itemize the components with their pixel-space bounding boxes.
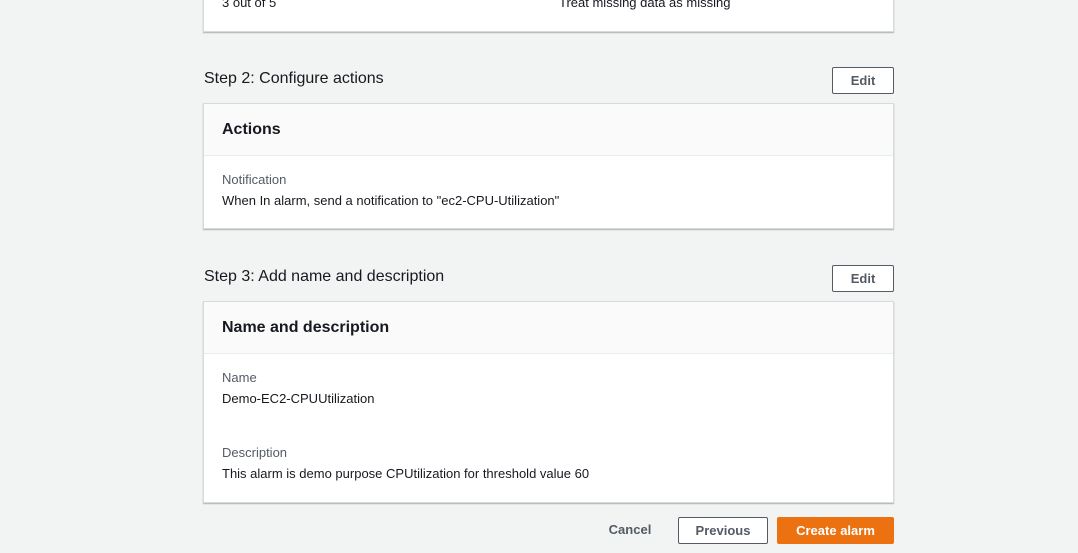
datapoints-to-alarm-value: 3 out of 5 [222, 0, 277, 10]
name-value: Demo-EC2-CPUUtilization [222, 391, 375, 406]
create-alarm-button[interactable]: Create alarm [777, 517, 894, 544]
step1-metric-conditions-card: 3 out of 5 Treat missing data as missing [203, 0, 894, 32]
cancel-button[interactable]: Cancel [600, 517, 660, 543]
step1-values-row: 3 out of 5 Treat missing data as missing [222, 0, 875, 20]
missing-data-treatment-value: Treat missing data as missing [559, 0, 731, 10]
description-value: This alarm is demo purpose CPUtilization… [222, 466, 590, 481]
notification-value: When In alarm, send a notification to "e… [222, 193, 560, 208]
name-description-card: Name and description Name Demo-EC2-CPUUt… [203, 301, 894, 503]
step2-title: Step 2: Configure actions [204, 70, 384, 87]
actions-card: Actions Notification When In alarm, send… [203, 103, 894, 229]
description-label: Description [222, 445, 288, 460]
step3-title: Step 3: Add name and description [204, 268, 445, 285]
notification-label: Notification [222, 172, 287, 187]
actions-card-header: Actions [204, 104, 893, 156]
name-label: Name [222, 370, 257, 385]
review-page: 3 out of 5 Treat missing data as missing… [0, 0, 1078, 553]
step3-edit-button[interactable]: Edit [832, 265, 894, 292]
previous-button[interactable]: Previous [678, 517, 768, 544]
name-description-card-header: Name and description [204, 302, 893, 354]
step2-edit-button[interactable]: Edit [832, 67, 894, 94]
